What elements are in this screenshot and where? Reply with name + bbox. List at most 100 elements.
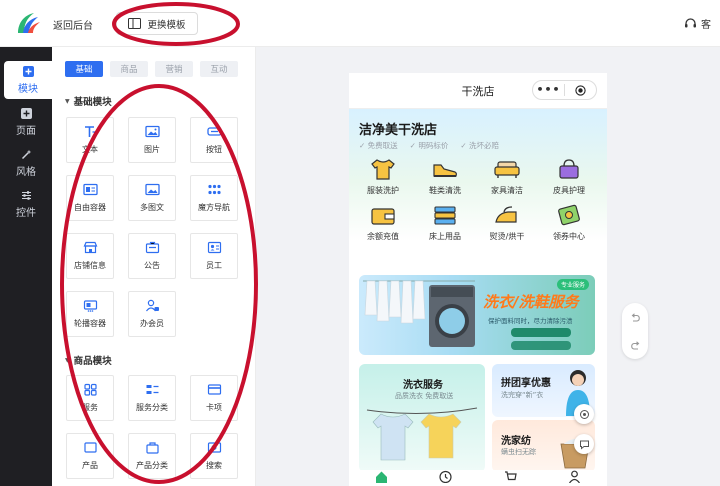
chat-float-button[interactable] <box>574 434 594 454</box>
undo-redo-toolbar <box>622 303 648 359</box>
phone-tab-bar <box>349 470 607 486</box>
redo-icon[interactable] <box>630 340 641 351</box>
section-title-basic[interactable]: ▼ 基础模块 <box>65 94 112 108</box>
service-item-coupons[interactable]: 领券中心 <box>541 203 597 242</box>
card-title: 洗衣服务 <box>403 380 443 391</box>
section-title-label: 商品模块 <box>73 356 112 367</box>
promo-banner[interactable]: 专业服务 洗衣/洗鞋服务 保护面料同时，尽力清除污渍 <box>359 275 595 355</box>
service-item-leather[interactable]: 皮具护理 <box>541 157 597 196</box>
section-title-goods[interactable]: ▼ 商品模块 <box>65 353 112 367</box>
tab-basic[interactable]: 基础 <box>65 61 103 77</box>
nav-item-controls[interactable]: 控件 <box>0 185 52 223</box>
back-to-admin-link[interactable]: 返回后台 <box>53 17 93 32</box>
module-tile-membership[interactable]: 办会员 <box>128 291 176 337</box>
change-template-label: 更换模板 <box>147 19 186 31</box>
sliders-icon <box>21 190 31 200</box>
bag-icon <box>145 442 159 454</box>
module-tile-search[interactable]: 搜索 <box>190 433 238 479</box>
tab-goods[interactable]: 商品 <box>110 61 148 77</box>
mini-program-capsule[interactable]: ••• <box>532 80 597 100</box>
carousel-icon <box>83 300 97 312</box>
module-tile-staff[interactable]: 员工 <box>190 233 238 279</box>
id-card-icon <box>207 241 221 254</box>
nav-item-style[interactable]: 风格 <box>0 144 52 182</box>
tab-interaction[interactable]: 互动 <box>200 61 238 77</box>
user-icon[interactable] <box>568 470 581 483</box>
handbag-icon <box>559 159 579 179</box>
home-icon[interactable] <box>375 470 388 483</box>
top-bar: 返回后台 更换模板 客 <box>0 0 720 47</box>
nav-item-label: 页面 <box>16 125 36 137</box>
washing-machine-illustration <box>363 280 475 347</box>
layout-icon <box>128 18 142 29</box>
phone-preview[interactable]: 干洗店 ••• 洁净美干洗店 免费取送 明码标价 洗坏必赔 服装洗护 鞋类清洗 <box>349 73 607 486</box>
card-title: 洗家纺 <box>501 436 531 447</box>
headset-icon <box>685 18 696 28</box>
service-item-recharge[interactable]: 余额充值 <box>355 203 411 242</box>
customer-service-label: 客 <box>701 20 711 31</box>
module-tile-text[interactable]: 文本 <box>66 117 114 163</box>
service-item-ironing[interactable]: 熨烫/烘干 <box>479 203 535 242</box>
module-tile-service-category[interactable]: 服务分类 <box>128 375 176 421</box>
module-tile-multi-image-text[interactable]: 多图文 <box>128 175 176 221</box>
service-item-shoes[interactable]: 鞋类清洗 <box>417 157 473 196</box>
notice-icon <box>145 241 159 254</box>
card-subtitle: 螨虫扫无踪 <box>501 448 536 456</box>
phone-nav-bar: 干洗店 ••• <box>349 73 607 109</box>
nav-item-label: 控件 <box>16 207 36 219</box>
module-tile-notice[interactable]: 公告 <box>128 233 176 279</box>
module-tile-card-item[interactable]: 卡项 <box>190 375 238 421</box>
nav-item-label: 模块 <box>18 83 38 95</box>
container-icon <box>82 183 98 196</box>
service-item-furniture[interactable]: 家具清洁 <box>479 157 535 196</box>
change-template-button[interactable]: 更换模板 <box>116 12 198 35</box>
button-icon <box>206 127 222 136</box>
panel-tabs: 基础 商品 营销 互动 <box>65 61 238 77</box>
cart-icon[interactable] <box>504 470 517 483</box>
shoe-icon <box>433 164 457 177</box>
service-item-clothing[interactable]: 服装洗护 <box>355 157 411 196</box>
section-title-label: 基础模块 <box>73 97 112 108</box>
badge-item: 洗坏必赔 <box>460 140 499 151</box>
store-icon <box>83 241 97 254</box>
module-tile-image[interactable]: 图片 <box>128 117 176 163</box>
nav-item-label: 风格 <box>16 166 36 178</box>
text-icon <box>84 126 97 137</box>
target-icon <box>565 84 596 96</box>
shop-name: 洁净美干洗店 <box>359 123 438 138</box>
caret-down-icon: ▼ <box>65 356 70 364</box>
clock-icon[interactable] <box>439 470 452 483</box>
banner-pill <box>511 328 571 337</box>
image-text-icon <box>144 183 160 196</box>
list-icon <box>146 385 158 394</box>
module-tile-service[interactable]: 服务 <box>66 375 114 421</box>
search-box-icon <box>207 442 221 453</box>
bedding-stack-icon <box>434 206 456 225</box>
module-tile-button[interactable]: 按钮 <box>190 117 238 163</box>
service-badges: 免费取送 明码标价 洗坏必赔 <box>359 140 499 151</box>
module-tile-product[interactable]: 产品 <box>66 433 114 479</box>
service-item-bedding[interactable]: 床上用品 <box>417 203 473 242</box>
customer-service-button[interactable]: 客 <box>684 16 711 31</box>
undo-icon[interactable] <box>630 312 641 323</box>
more-dots-icon: ••• <box>536 83 561 96</box>
share-float-button[interactable] <box>574 404 594 424</box>
promo-card-laundry[interactable]: 洗衣服务 品质洗衣 免费取送 <box>359 364 485 472</box>
app-logo-icon <box>18 13 40 33</box>
module-tile-product-category[interactable]: 产品分类 <box>128 433 176 479</box>
plus-square-icon <box>20 107 32 119</box>
nav-item-modules[interactable]: 模块 <box>4 61 52 99</box>
iron-icon <box>495 206 517 223</box>
nav-item-pages[interactable]: 页面 <box>0 103 52 141</box>
card-subtitle: 洗完穿“新”衣 <box>501 391 544 399</box>
module-tile-cube-nav[interactable]: 魔方导航 <box>190 175 238 221</box>
tab-marketing[interactable]: 营销 <box>155 61 193 77</box>
module-tile-carousel[interactable]: 轮播容器 <box>66 291 114 337</box>
banner-title: 洗衣/洗鞋服务 <box>483 293 579 311</box>
module-tile-free-container[interactable]: 自由容器 <box>66 175 114 221</box>
left-nav: 模块 页面 风格 控件 <box>0 47 52 486</box>
editor-canvas: 干洗店 ••• 洁净美干洗店 免费取送 明码标价 洗坏必赔 服装洗护 鞋类清洗 <box>256 47 720 486</box>
coupon-icon <box>558 204 580 226</box>
module-tile-shop-info[interactable]: 店铺信息 <box>66 233 114 279</box>
sofa-icon <box>494 161 520 178</box>
